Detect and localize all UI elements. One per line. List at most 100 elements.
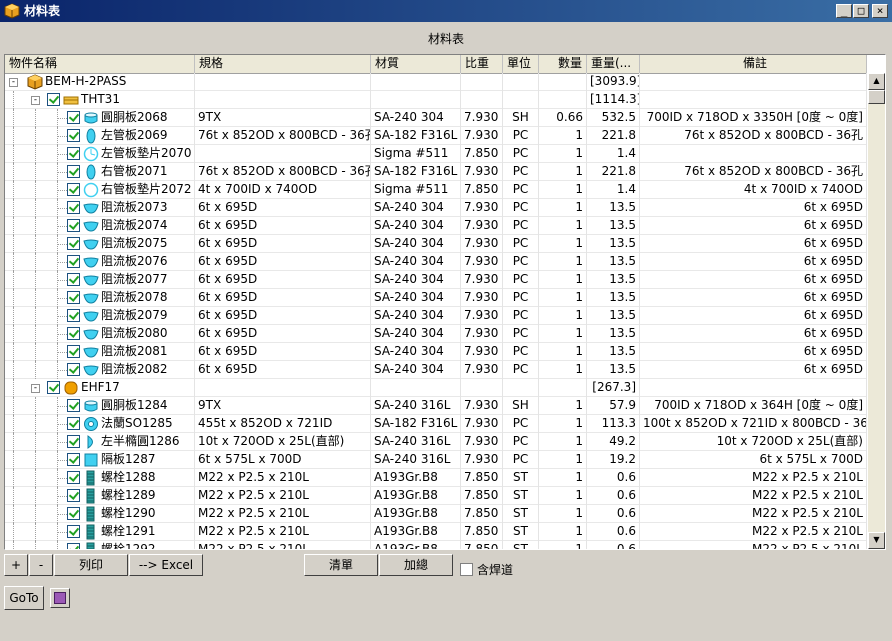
spec-cell: M22 x P2.5 x 210L <box>195 523 371 541</box>
print-button[interactable]: 列印 <box>54 554 128 576</box>
export-excel-button[interactable]: --> Excel <box>129 554 203 576</box>
tree-row[interactable]: 圓胴板2068 9TX SA-240 304 7.930 SH 0.66 532.5 700I… <box>5 109 867 127</box>
col-name[interactable]: 物件名稱 <box>5 55 195 73</box>
tree-row[interactable]: 右管板墊片2072 4t x 700ID x 740OD Sigma #511 7.8… <box>5 181 867 199</box>
row-checkbox[interactable] <box>67 309 80 322</box>
goto-button[interactable]: GoTo <box>4 586 44 610</box>
tree-row[interactable]: 阻流板2077 6t x 695D SA-240 304 7.930 PC 1 13.5 6t… <box>5 271 867 289</box>
row-checkbox[interactable] <box>67 129 80 142</box>
row-checkbox[interactable] <box>67 399 80 412</box>
tree-row[interactable]: 螺栓1292 M22 x P2.5 x 210L A193Gr.B8 7.850 ST 1… <box>5 541 867 549</box>
row-checkbox[interactable] <box>67 525 80 538</box>
expander-toggle[interactable]: - <box>9 78 18 87</box>
material-cell: SA-240 304 <box>371 361 461 379</box>
material-tree-grid[interactable]: 物件名稱 規格 材質 比重 單位 數量 重量(... 備註 - BEM-H-2PA… <box>4 54 886 550</box>
row-checkbox[interactable] <box>67 291 80 304</box>
row-checkbox[interactable] <box>67 255 80 268</box>
tree-row[interactable]: 右管板2071 76t x 852OD x 800BCD - 36孔 SA-182 … <box>5 163 867 181</box>
minimize-button[interactable]: _ <box>836 4 852 18</box>
col-material[interactable]: 材質 <box>371 55 461 73</box>
row-checkbox[interactable] <box>67 273 80 286</box>
tree-row[interactable]: 阻流板2073 6t x 695D SA-240 304 7.930 PC 1 13.5 6t… <box>5 199 867 217</box>
vertical-scrollbar[interactable]: ▲ ▼ <box>868 73 885 549</box>
tree-row[interactable]: 螺栓1290 M22 x P2.5 x 210L A193Gr.B8 7.850 ST 1… <box>5 505 867 523</box>
tree-row[interactable]: - THT31 [1114.3] <box>5 91 867 109</box>
tree-line <box>57 253 58 271</box>
row-checkbox[interactable] <box>67 489 80 502</box>
col-spec[interactable]: 規格 <box>195 55 371 73</box>
tree-line <box>13 361 14 379</box>
row-checkbox[interactable] <box>67 165 80 178</box>
row-checkbox[interactable] <box>47 93 60 106</box>
scroll-down-icon[interactable]: ▼ <box>868 532 885 549</box>
sum-button[interactable]: 加總 <box>379 554 453 576</box>
maximize-button[interactable]: □ <box>853 4 869 18</box>
density-cell <box>461 379 503 397</box>
tree-row[interactable]: 阻流板2079 6t x 695D SA-240 304 7.930 PC 1 13.5 6t… <box>5 307 867 325</box>
tree-row[interactable]: 阻流板2080 6t x 695D SA-240 304 7.930 PC 1 13.5 6t… <box>5 325 867 343</box>
row-checkbox[interactable] <box>67 543 80 549</box>
density-cell: 7.930 <box>461 271 503 289</box>
row-checkbox[interactable] <box>67 345 80 358</box>
weight-cell: 221.8 <box>587 163 640 181</box>
tree-row[interactable]: 阻流板2081 6t x 695D SA-240 304 7.930 PC 1 13.5 6t… <box>5 343 867 361</box>
tree-row[interactable]: 隔板1287 6t x 575L x 700D SA-240 316L 7.930 PC… <box>5 451 867 469</box>
row-checkbox[interactable] <box>67 219 80 232</box>
row-checkbox[interactable] <box>67 435 80 448</box>
expander-toggle[interactable]: - <box>31 96 40 105</box>
tree-row[interactable]: 阻流板2076 6t x 695D SA-240 304 7.930 PC 1 13.5 6t… <box>5 253 867 271</box>
row-checkbox[interactable] <box>67 417 80 430</box>
name-cell: 阻流板2082 <box>5 361 195 379</box>
expander-toggle[interactable]: - <box>31 384 40 393</box>
item-name: 螺栓1289 <box>101 488 156 502</box>
tree-row[interactable]: 左半橢圓1286 10t x 720OD x 25L(直部) SA-240 316L… <box>5 433 867 451</box>
row-checkbox[interactable] <box>67 147 80 160</box>
tree-row[interactable]: - BEM-H-2PASS [3093.9] <box>5 73 867 91</box>
scroll-up-icon[interactable]: ▲ <box>868 73 885 90</box>
col-density[interactable]: 比重 <box>461 55 503 73</box>
row-checkbox[interactable] <box>67 201 80 214</box>
shell-icon <box>84 400 98 412</box>
tree-row[interactable]: 圓胴板1284 9TX SA-240 316L 7.930 SH 1 57.9 700ID x… <box>5 397 867 415</box>
color-swatch-button[interactable] <box>50 588 70 608</box>
item-name: 阻流板2076 <box>101 254 168 268</box>
tree-row[interactable]: 螺栓1289 M22 x P2.5 x 210L A193Gr.B8 7.850 ST 1… <box>5 487 867 505</box>
row-checkbox[interactable] <box>47 381 60 394</box>
col-weight[interactable]: 重量(... <box>587 55 640 73</box>
close-button[interactable]: × <box>872 4 888 18</box>
note-cell: 6t x 695D <box>640 235 867 253</box>
row-checkbox[interactable] <box>67 183 80 196</box>
list-button[interactable]: 清單 <box>304 554 378 576</box>
material-cell: SA-240 304 <box>371 109 461 127</box>
row-checkbox[interactable] <box>67 327 80 340</box>
row-checkbox[interactable] <box>67 237 80 250</box>
item-name: 螺栓1290 <box>101 506 156 520</box>
row-checkbox[interactable] <box>67 453 80 466</box>
tree-row[interactable]: 阻流板2082 6t x 695D SA-240 304 7.930 PC 1 13.5 6t… <box>5 361 867 379</box>
tree-row[interactable]: 螺栓1291 M22 x P2.5 x 210L A193Gr.B8 7.850 ST 1… <box>5 523 867 541</box>
density-cell: 7.930 <box>461 253 503 271</box>
col-unit[interactable]: 單位 <box>503 55 539 73</box>
expand-all-button[interactable]: + <box>4 554 28 576</box>
tree-row[interactable]: 阻流板2075 6t x 695D SA-240 304 7.930 PC 1 13.5 6t… <box>5 235 867 253</box>
collapse-all-button[interactable]: - <box>29 554 53 576</box>
tree-row[interactable]: 左管板墊片2070 Sigma #511 7.850 PC 1 1.4 <box>5 145 867 163</box>
row-checkbox[interactable] <box>67 471 80 484</box>
item-name: 阻流板2078 <box>101 290 168 304</box>
name-cell: 阻流板2076 <box>5 253 195 271</box>
row-checkbox[interactable] <box>67 111 80 124</box>
tree-line <box>13 523 14 541</box>
qty-cell: 1 <box>539 433 587 451</box>
tree-row[interactable]: 阻流板2078 6t x 695D SA-240 304 7.930 PC 1 13.5 6t… <box>5 289 867 307</box>
col-qty[interactable]: 數量 <box>539 55 587 73</box>
col-note[interactable]: 備註 <box>640 55 867 73</box>
tree-row[interactable]: 法蘭SO1285 455t x 852OD x 721ID SA-182 F316L… <box>5 415 867 433</box>
tree-row[interactable]: 左管板2069 76t x 852OD x 800BCD - 36孔 SA-182 … <box>5 127 867 145</box>
row-checkbox[interactable] <box>67 507 80 520</box>
row-checkbox[interactable] <box>67 363 80 376</box>
weld-checkbox[interactable] <box>460 563 473 576</box>
tree-row[interactable]: - EHF17 [267.3] <box>5 379 867 397</box>
tree-row[interactable]: 螺栓1288 M22 x P2.5 x 210L A193Gr.B8 7.850 ST 1… <box>5 469 867 487</box>
scroll-thumb[interactable] <box>868 90 885 104</box>
tree-row[interactable]: 阻流板2074 6t x 695D SA-240 304 7.930 PC 1 13.5 6t… <box>5 217 867 235</box>
